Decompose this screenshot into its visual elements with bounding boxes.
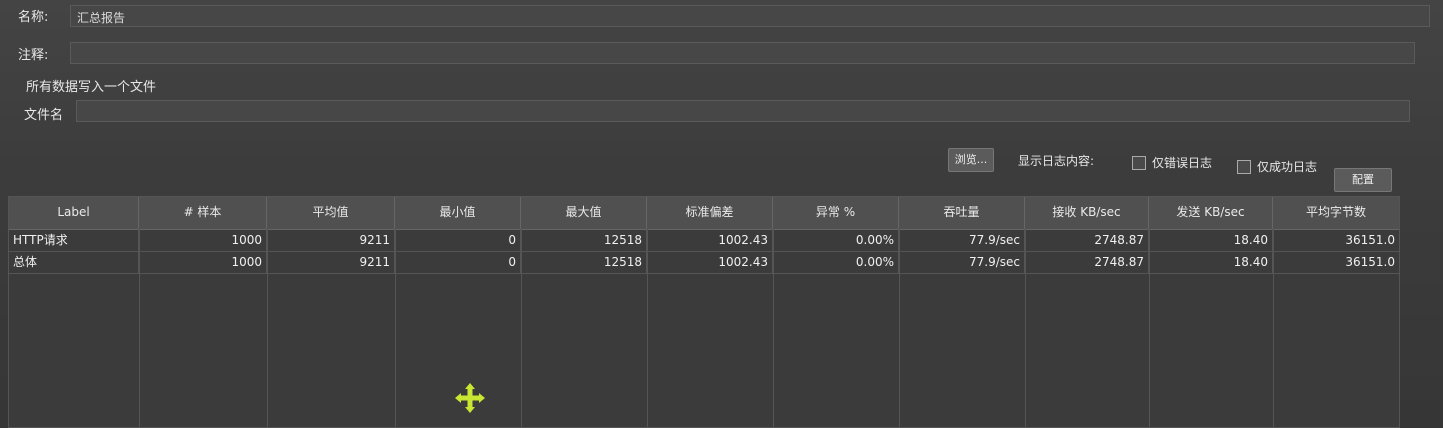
table-row[interactable]: 总体 1000 9211 0 12518 1002.43 0.00% 77.9/… xyxy=(9,251,1399,274)
errors-only-checkbox[interactable] xyxy=(1132,156,1146,170)
success-only-label: 仅成功日志 xyxy=(1257,160,1318,174)
results-table: Label # 样本 平均值 最小值 最大值 标准偏差 异常 % 吞吐量 接收 … xyxy=(8,196,1400,428)
table-cell: 0 xyxy=(395,251,521,273)
table-cell: 0.00% xyxy=(773,229,899,251)
column-header-samples[interactable]: # 样本 xyxy=(139,197,267,229)
column-divider xyxy=(1149,229,1150,427)
table-cell: 1002.43 xyxy=(647,251,773,273)
filename-label: 文件名 xyxy=(24,108,64,123)
column-divider xyxy=(139,229,140,427)
column-divider xyxy=(773,229,774,427)
success-only-checkbox[interactable] xyxy=(1237,160,1251,174)
show-log-label: 显示日志内容: xyxy=(1018,154,1095,168)
table-cell: 1002.43 xyxy=(647,229,773,251)
table-cell: 1000 xyxy=(139,251,267,273)
name-field[interactable]: 汇总报告 xyxy=(70,5,1430,27)
column-header-min[interactable]: 最小值 xyxy=(395,197,521,229)
table-cell: 77.9/sec xyxy=(899,229,1025,251)
table-cell: 18.40 xyxy=(1149,251,1273,273)
comment-label: 注释: xyxy=(18,48,49,63)
summary-report-panel: 名称: 汇总报告 注释: 所有数据写入一个文件 文件名 浏览... 显示日志内容… xyxy=(0,0,1443,428)
table-cell: 77.9/sec xyxy=(899,251,1025,273)
name-label: 名称: xyxy=(18,10,49,25)
configure-button[interactable]: 配置 xyxy=(1334,168,1392,192)
table-row[interactable]: HTTP请求 1000 9211 0 12518 1002.43 0.00% 7… xyxy=(9,229,1399,252)
column-divider xyxy=(521,229,522,427)
table-cell: 9211 xyxy=(267,229,395,251)
table-cell: 2748.87 xyxy=(1025,251,1149,273)
column-header-received[interactable]: 接收 KB/sec xyxy=(1025,197,1149,229)
column-divider xyxy=(267,229,268,427)
table-cell: 12518 xyxy=(521,251,647,273)
move-cursor-icon xyxy=(455,383,485,413)
table-cell: 0.00% xyxy=(773,251,899,273)
column-divider xyxy=(899,229,900,427)
table-cell: HTTP请求 xyxy=(9,229,139,251)
write-all-label: 所有数据写入一个文件 xyxy=(26,80,157,95)
browse-button[interactable]: 浏览... xyxy=(948,148,994,172)
comment-field[interactable] xyxy=(70,42,1415,64)
table-cell: 总体 xyxy=(9,251,139,273)
table-cell: 18.40 xyxy=(1149,229,1273,251)
column-divider xyxy=(647,229,648,427)
column-divider xyxy=(1273,229,1274,427)
errors-only-label: 仅错误日志 xyxy=(1152,156,1213,170)
table-cell: 36151.0 xyxy=(1345,255,1395,269)
column-header-label[interactable]: Label xyxy=(9,197,139,229)
table-header: Label # 样本 平均值 最小值 最大值 标准偏差 异常 % 吞吐量 接收 … xyxy=(9,197,1399,230)
column-header-error-pct[interactable]: 异常 % xyxy=(773,197,899,229)
column-header-stddev[interactable]: 标准偏差 xyxy=(647,197,773,229)
column-header-average[interactable]: 平均值 xyxy=(267,197,395,229)
table-cell: 0 xyxy=(395,229,521,251)
table-cell: 1000 xyxy=(139,229,267,251)
table-cell: 2748.87 xyxy=(1025,229,1149,251)
filename-field[interactable] xyxy=(76,100,1410,122)
column-header-sent[interactable]: 发送 KB/sec xyxy=(1149,197,1273,229)
table-cell: 9211 xyxy=(267,251,395,273)
table-cell: 12518 xyxy=(521,229,647,251)
column-header-max[interactable]: 最大值 xyxy=(521,197,647,229)
column-header-throughput[interactable]: 吞吐量 xyxy=(899,197,1025,229)
table-cell: 36151.0 xyxy=(1345,233,1395,247)
column-divider xyxy=(1025,229,1026,427)
column-header-avg-bytes[interactable]: 平均字节数 xyxy=(1273,197,1399,229)
column-divider xyxy=(395,229,396,427)
